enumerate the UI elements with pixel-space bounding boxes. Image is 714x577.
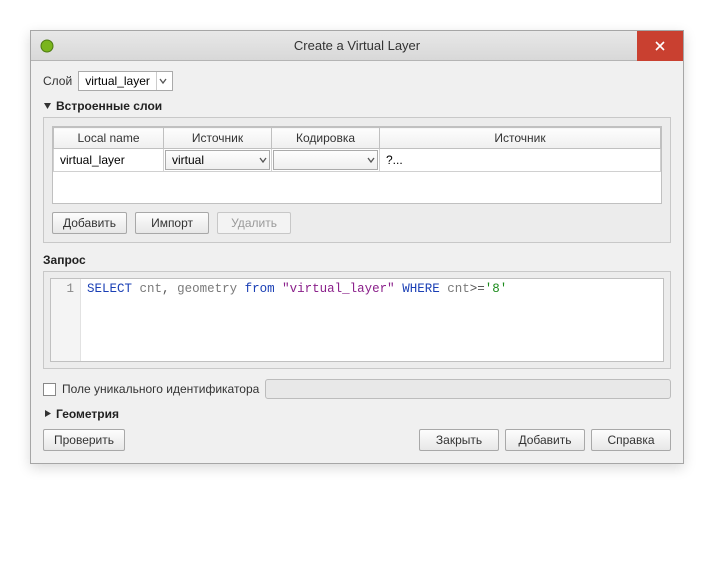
import-layer-button[interactable]: Импорт xyxy=(135,212,209,234)
titlebar: Create a Virtual Layer xyxy=(31,31,683,61)
uid-checkbox[interactable] xyxy=(43,383,56,396)
triangle-down-icon xyxy=(43,99,52,113)
cell-source2[interactable]: ?... xyxy=(380,149,660,171)
create-virtual-layer-dialog: Create a Virtual Layer Слой virtual_laye… xyxy=(30,30,684,464)
geometry-header[interactable]: Геометрия xyxy=(43,407,671,421)
embedded-layers-group: Local name Источник Кодировка Источник v… xyxy=(43,117,671,243)
table-row[interactable]: virtual_layer virtual xyxy=(54,149,661,172)
dialog-footer: Проверить Закрыть Добавить Справка xyxy=(43,429,671,451)
col-local-name[interactable]: Local name xyxy=(54,128,164,149)
close-button[interactable]: Закрыть xyxy=(419,429,499,451)
delete-layer-button: Удалить xyxy=(217,212,291,234)
cell-source-dropdown[interactable]: virtual xyxy=(165,150,270,170)
add-button[interactable]: Добавить xyxy=(505,429,585,451)
close-icon[interactable] xyxy=(637,31,683,61)
uid-row: Поле уникального идентификатора xyxy=(43,379,671,399)
uid-label: Поле уникального идентификатора xyxy=(62,382,259,396)
uid-field xyxy=(265,379,671,399)
test-button[interactable]: Проверить xyxy=(43,429,125,451)
embedded-layers-label: Встроенные слои xyxy=(56,99,162,113)
chevron-down-icon xyxy=(367,153,375,167)
app-icon xyxy=(39,38,55,54)
query-code[interactable]: SELECT cnt, geometry from "virtual_layer… xyxy=(81,279,513,361)
line-gutter: 1 xyxy=(51,279,81,361)
embedded-buttons: Добавить Импорт Удалить xyxy=(52,212,662,234)
add-layer-button[interactable]: Добавить xyxy=(52,212,127,234)
table-header-row: Local name Источник Кодировка Источник xyxy=(54,128,661,149)
line-number: 1 xyxy=(51,282,74,296)
chevron-down-icon xyxy=(156,72,170,90)
dialog-title: Create a Virtual Layer xyxy=(31,38,683,53)
query-group: 1 SELECT cnt, geometry from "virtual_lay… xyxy=(43,271,671,369)
triangle-right-icon xyxy=(43,407,52,421)
embedded-layers-header[interactable]: Встроенные слои xyxy=(43,99,671,113)
layer-dropdown-value: virtual_layer xyxy=(85,74,150,88)
cell-encoding-dropdown[interactable] xyxy=(273,150,378,170)
layer-label: Слой xyxy=(43,74,72,88)
embedded-table: Local name Источник Кодировка Источник v… xyxy=(52,126,662,204)
query-label: Запрос xyxy=(43,253,671,267)
layer-dropdown[interactable]: virtual_layer xyxy=(78,71,173,91)
col-source2[interactable]: Источник xyxy=(380,128,661,149)
col-encoding[interactable]: Кодировка xyxy=(272,128,380,149)
geometry-label: Геометрия xyxy=(56,407,119,421)
cell-local-name[interactable]: virtual_layer xyxy=(54,149,163,171)
help-button[interactable]: Справка xyxy=(591,429,671,451)
cell-source-value: virtual xyxy=(172,153,204,167)
layer-row: Слой virtual_layer xyxy=(43,71,671,91)
query-editor[interactable]: 1 SELECT cnt, geometry from "virtual_lay… xyxy=(50,278,664,362)
chevron-down-icon xyxy=(259,153,267,167)
col-source[interactable]: Источник xyxy=(164,128,272,149)
